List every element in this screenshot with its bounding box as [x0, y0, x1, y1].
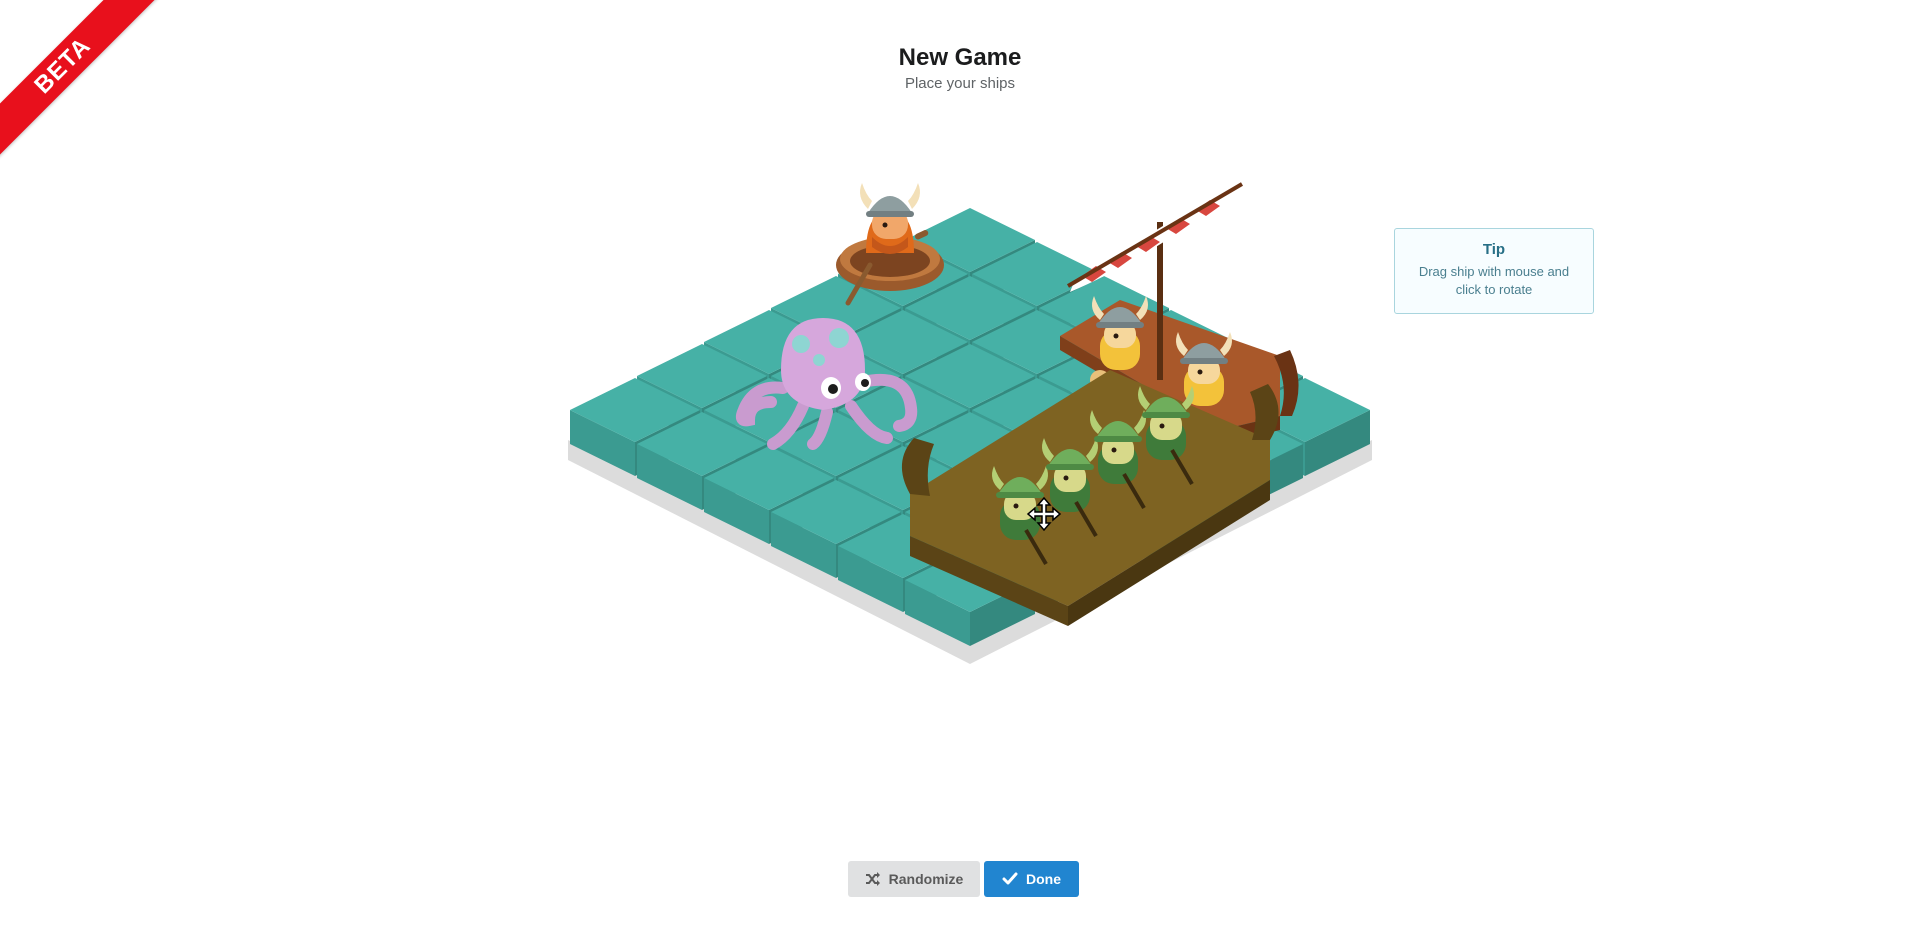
done-label: Done	[1026, 871, 1061, 887]
tip-box: Tip Drag ship with mouse and click to ro…	[1394, 228, 1594, 314]
checkmark-icon	[1002, 871, 1018, 887]
done-button[interactable]: Done	[984, 861, 1079, 897]
randomize-label: Randomize	[888, 871, 964, 887]
game-stage: BETA New Game Place your ships Tip Drag …	[0, 0, 1920, 937]
tip-text: Drag ship with mouse and click to rotate	[1418, 264, 1570, 297]
game-board[interactable]	[0, 0, 1920, 937]
tip-title: Tip	[1482, 241, 1506, 258]
randomize-button[interactable]: Randomize	[848, 861, 980, 897]
shuffle-icon	[865, 871, 881, 887]
